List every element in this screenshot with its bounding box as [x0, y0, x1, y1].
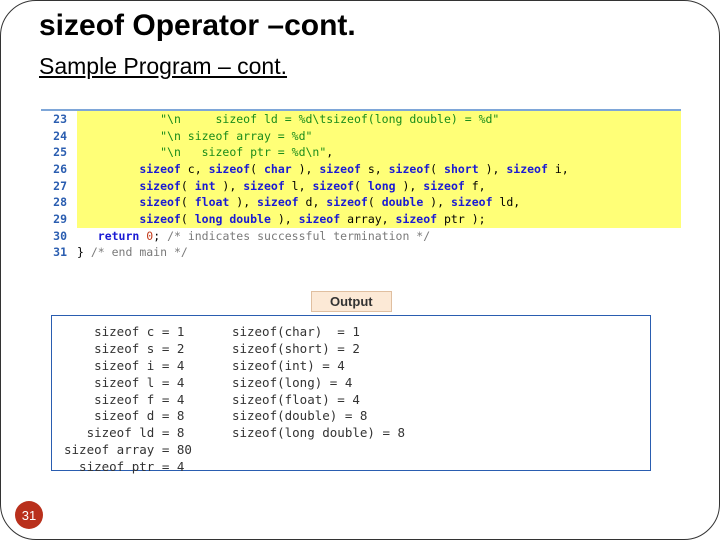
code-line: 30 return 0; /* indicates successful ter… — [41, 228, 681, 245]
page-number: 31 — [22, 508, 36, 523]
code-line: 29 sizeof( long double ), sizeof array, … — [41, 211, 681, 228]
output-label: Output — [311, 291, 392, 312]
code-line: 28 sizeof( float ), sizeof d, sizeof( do… — [41, 194, 681, 211]
line-number: 31 — [41, 244, 77, 261]
line-number: 25 — [41, 144, 77, 161]
code-text: sizeof c, sizeof( char ), sizeof s, size… — [77, 161, 681, 178]
code-line: 31} /* end main */ — [41, 244, 681, 261]
line-number: 28 — [41, 194, 77, 211]
code-line: 27 sizeof( int ), sizeof l, sizeof( long… — [41, 178, 681, 195]
code-text: sizeof( long double ), sizeof array, siz… — [77, 211, 681, 228]
output-box: sizeof c = 1 sizeof s = 2 sizeof i = 4 s… — [51, 315, 651, 471]
slide-subtitle: Sample Program – cont. — [39, 53, 287, 80]
code-text: sizeof( int ), sizeof l, sizeof( long ),… — [77, 178, 681, 195]
code-block: 23 "\n sizeof ld = %d\tsizeof(long doubl… — [41, 109, 681, 261]
line-number: 23 — [41, 111, 77, 128]
code-line: 23 "\n sizeof ld = %d\tsizeof(long doubl… — [41, 111, 681, 128]
page-number-badge: 31 — [15, 501, 43, 529]
code-line: 24 "\n sizeof array = %d" — [41, 128, 681, 145]
slide-title: sizeof Operator –cont. — [39, 9, 356, 43]
code-text: sizeof( float ), sizeof d, sizeof( doubl… — [77, 194, 681, 211]
code-line: 25 "\n sizeof ptr = %d\n", — [41, 144, 681, 161]
line-number: 26 — [41, 161, 77, 178]
line-number: 30 — [41, 228, 77, 245]
output-column-2: sizeof(char) = 1 sizeof(short) = 2 sizeo… — [232, 324, 405, 462]
code-text: "\n sizeof ld = %d\tsizeof(long double) … — [77, 111, 681, 128]
code-line: 26 sizeof c, sizeof( char ), sizeof s, s… — [41, 161, 681, 178]
code-text: "\n sizeof ptr = %d\n", — [77, 144, 681, 161]
line-number: 27 — [41, 178, 77, 195]
code-text: } /* end main */ — [77, 244, 681, 261]
slide-frame: sizeof Operator –cont. Sample Program – … — [0, 0, 720, 540]
output-column-1: sizeof c = 1 sizeof s = 2 sizeof i = 4 s… — [64, 324, 192, 462]
line-number: 24 — [41, 128, 77, 145]
code-text: "\n sizeof array = %d" — [77, 128, 681, 145]
line-number: 29 — [41, 211, 77, 228]
code-text: return 0; /* indicates successful termin… — [77, 228, 681, 245]
